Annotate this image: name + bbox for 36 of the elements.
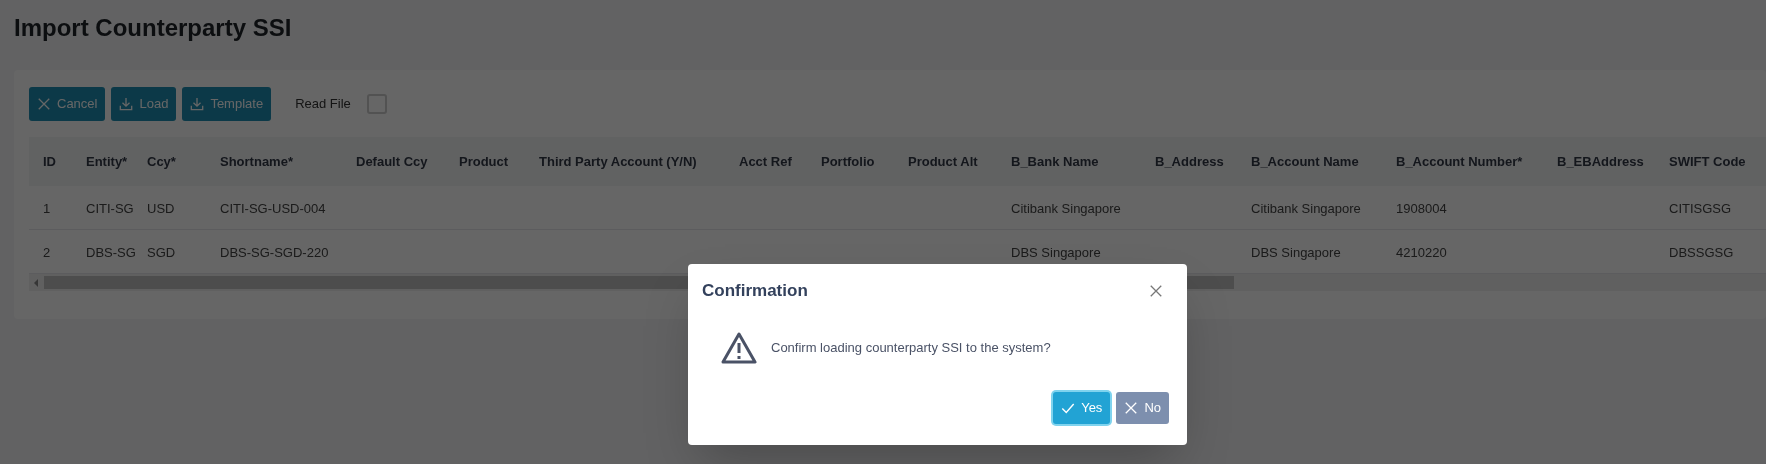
column-header: ID xyxy=(42,152,57,171)
column-header: Acct Ref xyxy=(738,152,793,171)
column-header: B_Bank Name xyxy=(1010,152,1100,171)
column-header: Entity* xyxy=(85,152,129,171)
table-cell: CITISGSG xyxy=(1669,200,1732,216)
column-header: B_Account Number* xyxy=(1395,152,1524,171)
dialog-title: Confirmation xyxy=(702,280,808,302)
column-header: Third Party Account (Y/N) xyxy=(538,152,698,171)
table-cell: CITI-SG-USD-004 xyxy=(220,200,326,216)
table-cell: CITI-SG xyxy=(86,200,134,216)
table-cell: 1 xyxy=(43,200,51,216)
column-header: B_Address xyxy=(1154,152,1225,171)
table-cell: DBSSGSG xyxy=(1669,244,1734,260)
table-cell: DBS-SG xyxy=(86,244,136,260)
table-cell: DBS-SG-SGD-220 xyxy=(220,244,329,260)
column-header: Default Ccy xyxy=(355,152,429,171)
column-header: Shortname* xyxy=(219,152,294,171)
read-file-label: Read File xyxy=(295,95,351,114)
column-header: Product Alt xyxy=(907,152,979,171)
column-header: Portfolio xyxy=(820,152,876,171)
column-header: B_Account Name xyxy=(1250,152,1360,171)
table-cell: 1908004 xyxy=(1396,200,1447,216)
column-header: Ccy* xyxy=(146,152,177,171)
table-cell: DBS Singapore xyxy=(1251,244,1341,260)
table-cell: DBS Singapore xyxy=(1011,244,1101,260)
table-cell: Citibank Singapore xyxy=(1011,200,1121,216)
table-cell: 2 xyxy=(43,244,51,260)
page-title: Import Counterparty SSI xyxy=(14,13,293,43)
column-header: SWIFT Code xyxy=(1668,152,1747,171)
column-header: Product xyxy=(458,152,510,171)
table-cell: 4210220 xyxy=(1396,244,1447,260)
table-cell: USD xyxy=(147,200,175,216)
dialog-message: Confirm loading counterparty SSI to the system? xyxy=(771,338,1051,357)
table-cell: SGD xyxy=(147,244,176,260)
column-header: B_EBAddress xyxy=(1556,152,1645,171)
table-cell: Citibank Singapore xyxy=(1251,200,1361,216)
